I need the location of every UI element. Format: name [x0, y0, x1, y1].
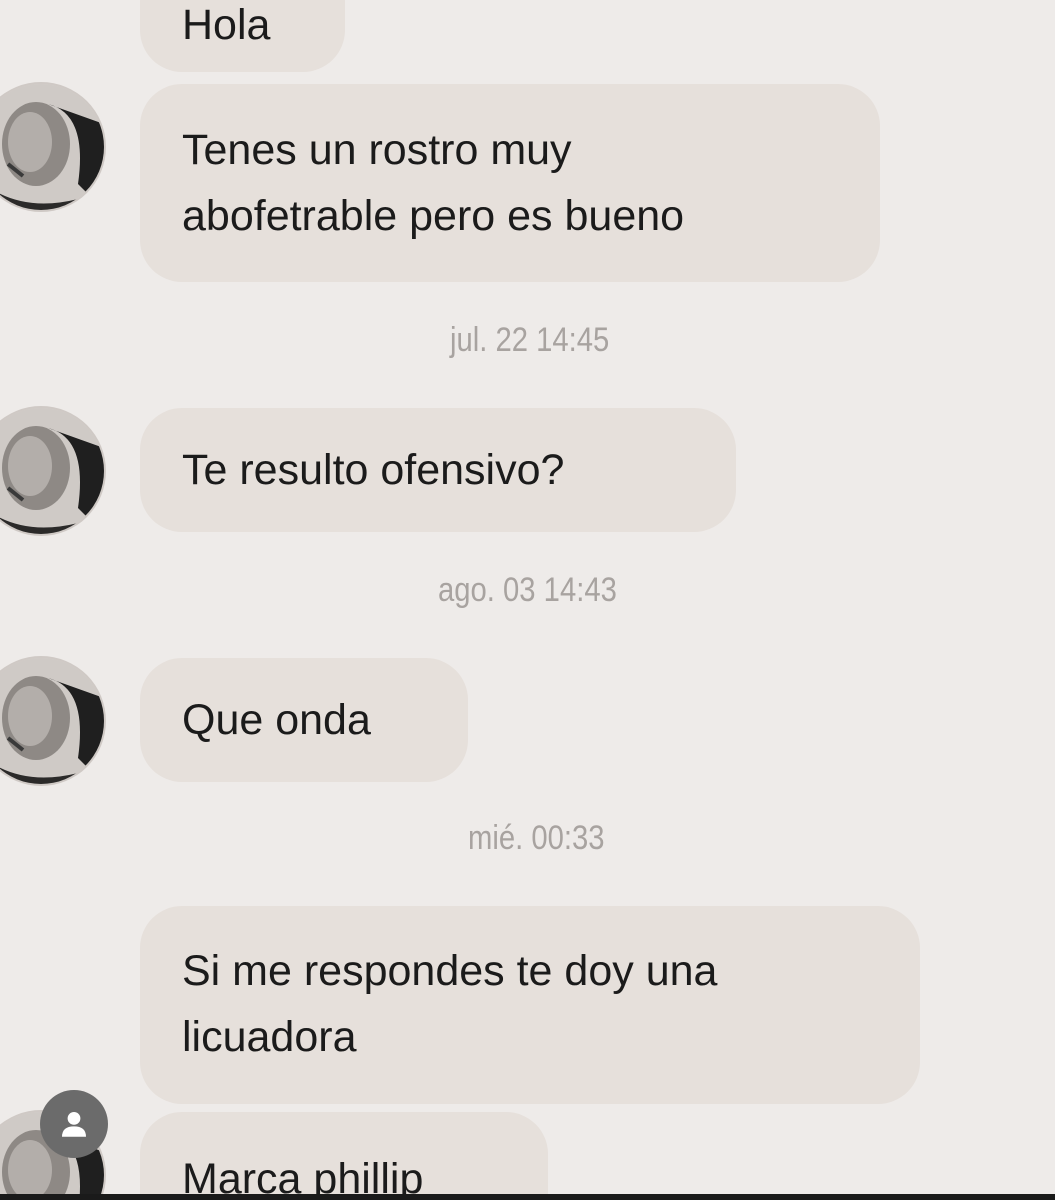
timestamp: jul. 22 14:45: [450, 321, 610, 359]
message-text-line: Si me respondes te doy una: [182, 947, 718, 995]
message-bubble[interactable]: Tenes un rostro muy abofetrable pero es …: [140, 84, 880, 282]
timestamp: ago. 03 14:43: [438, 571, 617, 609]
sender-avatar[interactable]: [0, 658, 104, 784]
message-bubble[interactable]: Que onda: [140, 658, 468, 782]
message-text: Hola: [182, 1, 271, 49]
message-text: Te resulto ofensivo?: [182, 446, 565, 494]
message-text: Marca phillip: [182, 1155, 424, 1200]
message-bubble[interactable]: Marca phillip: [140, 1112, 548, 1200]
timestamp: mié. 00:33: [468, 819, 605, 857]
avatar-photo-icon: [0, 658, 104, 784]
bottom-divider: [0, 1194, 1055, 1200]
message-text-line: abofetrable pero es bueno: [182, 192, 685, 240]
avatar-photo-icon: [0, 408, 104, 534]
person-icon: [62, 1112, 86, 1137]
message-bubble[interactable]: Hola: [140, 0, 345, 72]
message-bubble[interactable]: Si me respondes te doy una licuadora: [140, 906, 920, 1104]
sender-avatar[interactable]: [0, 408, 104, 534]
message-text: Que onda: [182, 696, 371, 744]
message-text-line: Tenes un rostro muy: [182, 126, 572, 174]
avatar-photo-icon: [0, 84, 104, 210]
message-bubble[interactable]: Te resulto ofensivo?: [140, 408, 736, 532]
profile-button[interactable]: [40, 1090, 108, 1158]
sender-avatar[interactable]: [0, 84, 104, 210]
chat-thread: Hola Tenes un rostro muy abofetrable per…: [0, 0, 1055, 1200]
message-text-line: licuadora: [182, 1013, 357, 1061]
